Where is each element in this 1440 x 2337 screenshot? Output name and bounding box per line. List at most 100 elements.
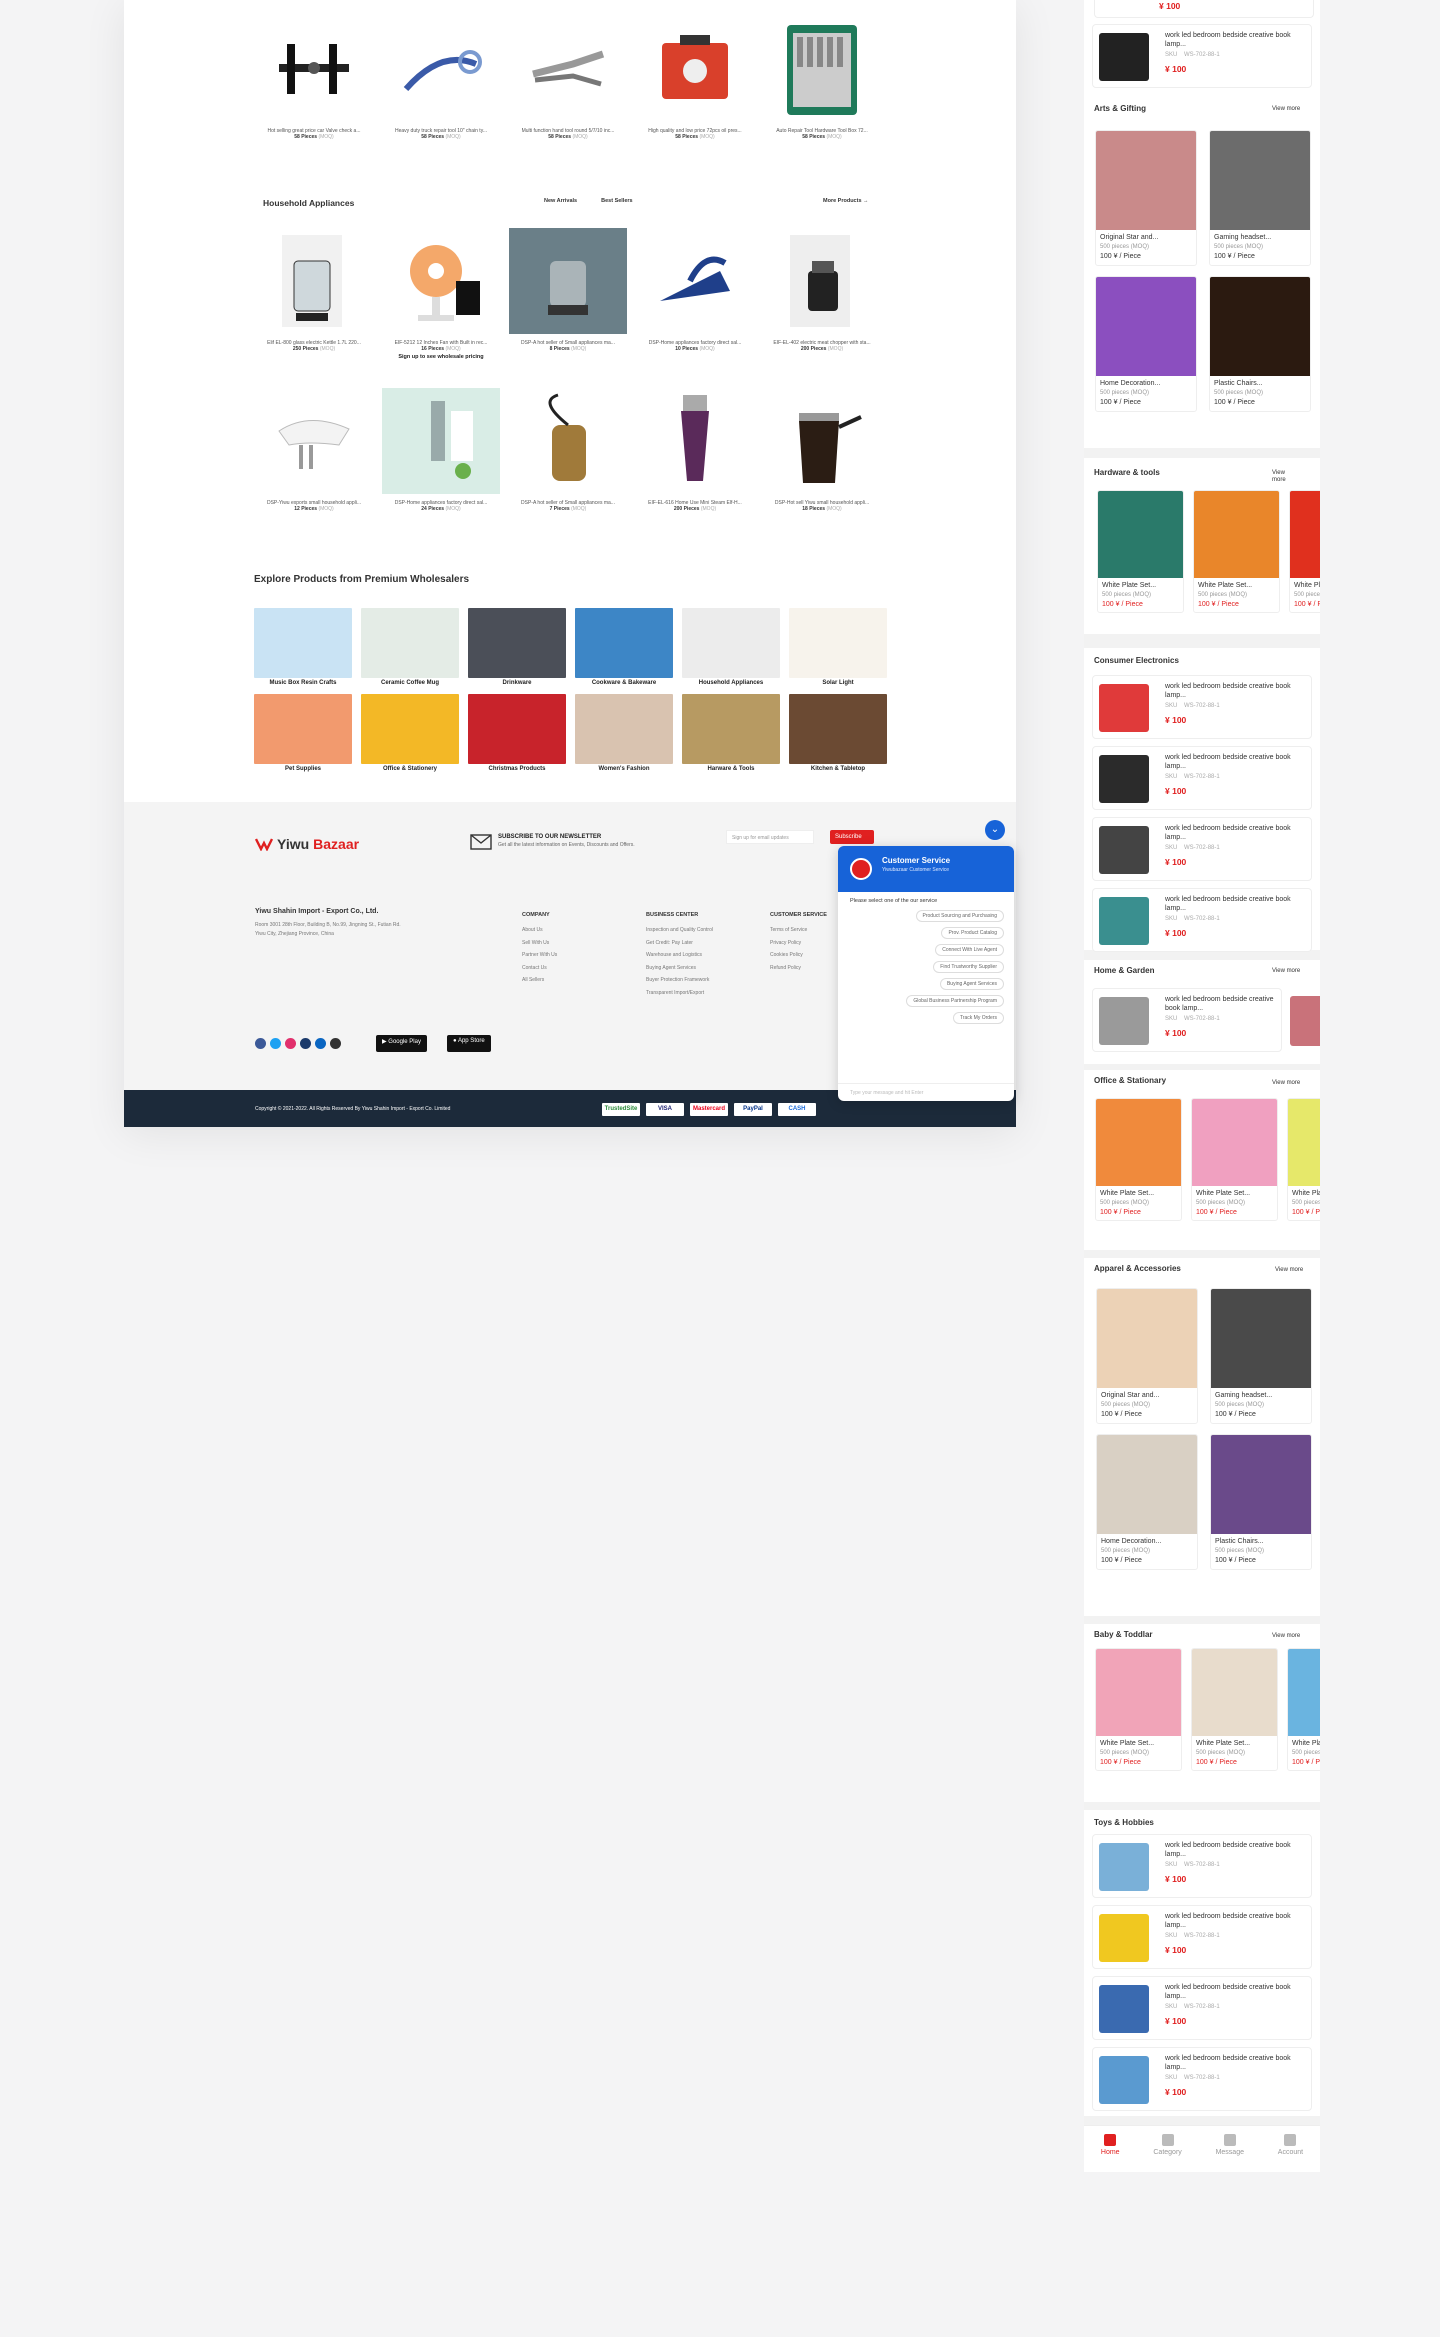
category-card[interactable]: Solar Light (789, 608, 887, 686)
product-image[interactable] (1096, 1099, 1181, 1186)
view-more-link[interactable]: View more (1272, 106, 1300, 112)
product-image[interactable] (1211, 1289, 1311, 1388)
product-image[interactable] (1096, 277, 1196, 376)
product-title[interactable]: White Plate Set... (1294, 582, 1320, 589)
category-image[interactable] (468, 694, 566, 764)
footer-link[interactable]: All Sellers (522, 977, 557, 983)
newsletter-email-input[interactable]: Sign up for email updates (726, 830, 814, 844)
product-image[interactable] (1098, 491, 1183, 578)
list-item[interactable]: work led bedroom bedside creative book l… (1092, 2047, 1312, 2111)
product-card[interactable]: White Plate Set... 500 pieces (MOQ) 100 ¥ … (1193, 490, 1280, 613)
list-item[interactable]: work led bedroom bedside creative book l… (1092, 746, 1312, 810)
product-title[interactable]: Gaming headset... (1214, 234, 1306, 241)
app-store-button[interactable]: ● App Store (447, 1035, 491, 1052)
product-title[interactable]: White Plate Set... (1196, 1190, 1273, 1197)
product-image[interactable] (636, 228, 754, 334)
view-more-link[interactable]: View more (1272, 1080, 1300, 1086)
product-title[interactable]: White Plate Set... (1196, 1740, 1273, 1747)
nav-item-account[interactable]: Account (1278, 2134, 1303, 2172)
chat-option-button[interactable]: Track My Orders (952, 1012, 1004, 1024)
tab-new-arrivals[interactable]: New Arrivals (544, 198, 577, 204)
product-image[interactable] (636, 388, 754, 494)
footer-link[interactable]: About Us (522, 927, 557, 933)
product-card[interactable]: EIF-5212 12 Inches Fan with Built in rec… (382, 228, 500, 360)
category-label[interactable]: Cookware & Bakeware (575, 680, 673, 686)
category-label[interactable]: Music Box Resin Crafts (254, 680, 352, 686)
footer-link[interactable]: Transparent Import/Export (646, 990, 713, 996)
category-image[interactable] (468, 608, 566, 678)
product-image[interactable] (763, 228, 881, 334)
footer-link[interactable]: Privacy Policy (770, 940, 827, 946)
product-card[interactable]: Home Decoration... 500 pieces (MOQ) 100 ¥ … (1095, 276, 1197, 412)
product-image[interactable] (1096, 131, 1196, 230)
product-card[interactable]: White Plate Set... 500 pieces (MOQ) 100 ¥ … (1191, 1098, 1278, 1221)
product-title[interactable]: Original Star and... (1101, 1392, 1193, 1399)
category-label[interactable]: Women's Fashion (575, 766, 673, 772)
product-image[interactable] (1211, 1435, 1311, 1534)
product-image[interactable] (1097, 1289, 1197, 1388)
product-image[interactable] (1210, 277, 1310, 376)
product-image[interactable] (382, 388, 500, 494)
product-card[interactable]: DSP-A hot seller of Small appliances ma.… (509, 228, 627, 360)
category-image[interactable] (789, 694, 887, 764)
product-card[interactable]: White Plate Set... 500 pieces (MOQ) 100 ¥ … (1095, 1098, 1182, 1221)
subscribe-button[interactable]: Subscribe (830, 830, 874, 844)
category-card[interactable]: Harware & Tools (682, 694, 780, 772)
product-card[interactable]: Gaming headset... 500 pieces (MOQ) 100 ¥ /… (1209, 130, 1311, 266)
item-thumbnail[interactable] (1290, 996, 1320, 1046)
product-title[interactable]: Home Decoration... (1100, 380, 1192, 387)
product-image[interactable] (1194, 491, 1279, 578)
footer-link[interactable]: Sell With Us (522, 940, 557, 946)
product-card[interactable]: Home Decoration... 500 pieces (MOQ) 100 ¥ … (1096, 1434, 1198, 1570)
product-image[interactable] (382, 16, 500, 122)
list-item[interactable]: work led bedroom bedside creative book l… (1092, 888, 1312, 952)
chat-option-button[interactable]: Buying Agent Services (939, 978, 1004, 990)
footer-link[interactable]: Contact Us (522, 965, 557, 971)
product-card[interactable]: Plastic Chairs... 500 pieces (MOQ) 100 ¥ /… (1209, 276, 1311, 412)
category-card[interactable]: Cookware & Bakeware (575, 608, 673, 686)
product-title[interactable]: White Plate Set... (1100, 1740, 1177, 1747)
product-title[interactable]: White Plate Set... (1292, 1740, 1320, 1747)
product-image[interactable] (1288, 1649, 1320, 1736)
product-title[interactable]: White Plate Set... (1198, 582, 1275, 589)
category-image[interactable] (575, 694, 673, 764)
product-card[interactable]: DSP-Yiwu exports small household appli..… (255, 388, 373, 512)
footer-link[interactable]: Terms of Service (770, 927, 827, 933)
chat-option-button[interactable]: Product Sourcing and Purchasing (915, 910, 1004, 922)
product-image[interactable] (382, 228, 500, 334)
product-card[interactable]: DSP-Hot sell Yiwu small household appli.… (763, 388, 881, 512)
chat-message-input[interactable]: Type your message and hit Enter (838, 1083, 1014, 1101)
category-image[interactable] (575, 608, 673, 678)
product-image[interactable] (509, 16, 627, 122)
chat-option-button[interactable]: Prov. Product Catalog (941, 927, 1004, 939)
category-card[interactable]: Household Appliances (682, 608, 780, 686)
nav-item-message[interactable]: Message (1216, 2134, 1244, 2172)
category-label[interactable]: Household Appliances (682, 680, 780, 686)
category-card[interactable]: Christmas Products (468, 694, 566, 772)
pinterest-icon[interactable] (300, 1038, 311, 1049)
view-more-link[interactable]: View more (1275, 1267, 1303, 1273)
product-image[interactable] (255, 388, 373, 494)
product-title[interactable]: White Plate Set... (1102, 582, 1179, 589)
category-label[interactable]: Harware & Tools (682, 766, 780, 772)
footer-link[interactable]: Buying Agent Services (646, 965, 713, 971)
product-image[interactable] (763, 16, 881, 122)
category-label[interactable]: Drinkware (468, 680, 566, 686)
product-image[interactable] (1192, 1649, 1277, 1736)
footer-link[interactable]: Get Credit: Pay Later (646, 940, 713, 946)
category-card[interactable]: Music Box Resin Crafts (254, 608, 352, 686)
list-item[interactable]: ¥ 100 (1094, 0, 1314, 18)
category-label[interactable]: Kitchen & Tabletop (789, 766, 887, 772)
category-image[interactable] (254, 694, 352, 764)
chat-option-button[interactable]: Global Business Partnership Program (906, 995, 1004, 1007)
category-label[interactable]: Office & Stationery (361, 766, 459, 772)
product-card[interactable]: White Plate Set... 500 pieces (MOQ) 100 ¥ … (1095, 1648, 1182, 1771)
list-item[interactable]: work led bedroom bedside creative book l… (1092, 1976, 1312, 2040)
product-title[interactable]: Original Star and... (1100, 234, 1192, 241)
category-card[interactable]: Kitchen & Tabletop (789, 694, 887, 772)
instagram-icon[interactable] (285, 1038, 296, 1049)
product-image[interactable] (636, 16, 754, 122)
product-title[interactable]: White Plate Set... (1292, 1190, 1320, 1197)
list-item[interactable]: work led bedroom bedside creative book l… (1092, 817, 1312, 881)
product-card[interactable]: High quality and low price 72pcs oil pre… (636, 16, 754, 140)
